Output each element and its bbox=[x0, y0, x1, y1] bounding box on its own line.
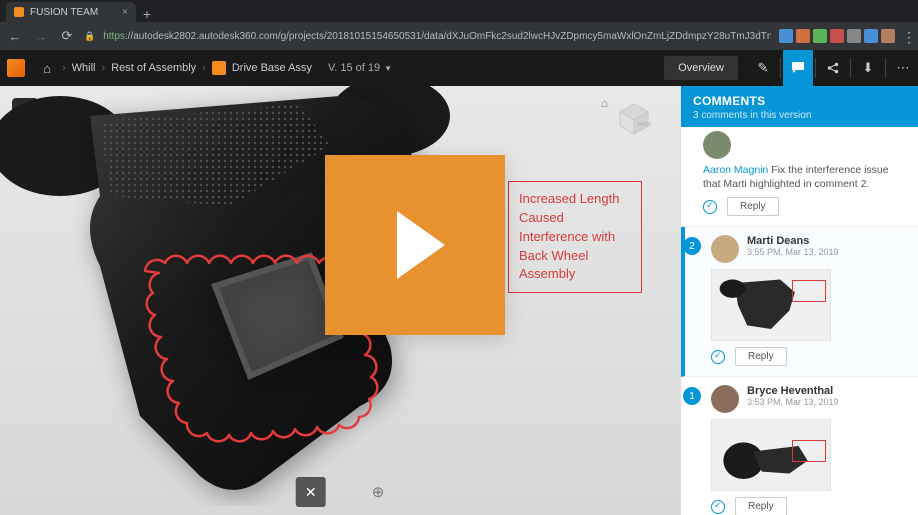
version-selector[interactable]: V. 15 of 19 ▼ bbox=[328, 62, 392, 74]
fusion-logo-icon[interactable] bbox=[0, 50, 32, 86]
breadcrumb[interactable]: Rest of Assembly bbox=[105, 62, 202, 74]
comments-list[interactable]: Aaron Magnin Fix the interference issue … bbox=[681, 127, 918, 515]
comment-author: Marti Deans bbox=[747, 235, 839, 247]
comment-number-badge: 1 bbox=[683, 387, 701, 405]
overview-button[interactable]: Overview bbox=[664, 56, 738, 80]
mention[interactable]: Aaron Magnin bbox=[703, 164, 768, 176]
svg-text:BACK: BACK bbox=[638, 122, 652, 128]
reply-button[interactable]: Reply bbox=[735, 347, 787, 366]
play-icon bbox=[397, 211, 445, 279]
comment-item[interactable]: Aaron Magnin Fix the interference issue … bbox=[681, 131, 918, 227]
home-icon[interactable]: ⌂ bbox=[32, 61, 62, 76]
profile-avatar-icon[interactable] bbox=[881, 29, 895, 43]
edit-icon[interactable]: ✎ bbox=[748, 50, 778, 86]
url-field[interactable]: https://autodesk2802.autodesk360.com/g/p… bbox=[103, 31, 771, 42]
markup-indicator bbox=[792, 440, 826, 462]
forward-button[interactable]: → bbox=[32, 29, 50, 44]
resolve-icon[interactable] bbox=[711, 350, 725, 364]
comments-panel: COMMENTS 3 comments in this version Aaro… bbox=[680, 86, 918, 515]
comment-number-badge: 2 bbox=[683, 237, 701, 255]
avatar bbox=[711, 235, 739, 263]
app-toolbar: ⌂ › Whill › Rest of Assembly › Drive Bas… bbox=[0, 50, 918, 86]
extension-icon[interactable] bbox=[796, 29, 810, 43]
markup-indicator bbox=[792, 280, 826, 302]
comment-item[interactable]: 1 Bryce Heventhal 3:53 PM, Mar 13, 2019 … bbox=[681, 377, 918, 515]
browser-tab[interactable]: FUSION TEAM × bbox=[6, 2, 136, 22]
browser-menu-icon[interactable]: ⋮ bbox=[898, 29, 912, 43]
reply-button[interactable]: Reply bbox=[735, 497, 787, 515]
viewcube-home-icon[interactable]: ⌂ bbox=[601, 96, 608, 110]
comments-subtitle: 3 comments in this version bbox=[693, 110, 906, 121]
extension-icon[interactable] bbox=[864, 29, 878, 43]
tab-title: FUSION TEAM bbox=[30, 7, 98, 18]
close-markup-button[interactable]: ✕ bbox=[296, 477, 326, 507]
comment-item[interactable]: 2 Marti Deans 3:55 PM, Mar 13, 2019 Repl… bbox=[681, 227, 918, 377]
share-icon[interactable] bbox=[818, 50, 848, 86]
orbit-icon[interactable]: ⊕ bbox=[372, 483, 385, 501]
new-tab-button[interactable]: + bbox=[136, 6, 158, 22]
tab-favicon bbox=[14, 7, 24, 17]
comment-author: Bryce Heventhal bbox=[747, 385, 839, 397]
viewcube[interactable]: BACK bbox=[612, 94, 656, 138]
comment-timestamp: 3:55 PM, Mar 13, 2019 bbox=[747, 247, 839, 257]
browser-address-bar: ← → ⟳ 🔒 https://autodesk2802.autodesk360… bbox=[0, 22, 918, 50]
video-play-button[interactable] bbox=[325, 155, 505, 335]
annotation-callout[interactable]: Increased Length Caused Interference wit… bbox=[508, 181, 642, 293]
comment-thumbnail[interactable] bbox=[711, 269, 831, 341]
breadcrumb[interactable]: Whill bbox=[66, 62, 102, 74]
comments-header: COMMENTS 3 comments in this version bbox=[681, 86, 918, 127]
comment-thumbnail[interactable] bbox=[711, 419, 831, 491]
comments-title: COMMENTS bbox=[693, 94, 906, 108]
resolve-icon[interactable] bbox=[711, 500, 725, 514]
extension-icon[interactable] bbox=[847, 29, 861, 43]
reload-button[interactable]: ⟳ bbox=[58, 28, 76, 44]
chevron-down-icon: ▼ bbox=[384, 64, 392, 73]
resolve-icon[interactable] bbox=[703, 200, 717, 214]
lock-icon: 🔒 bbox=[84, 31, 95, 42]
more-icon[interactable]: ⋯ bbox=[888, 50, 918, 86]
comments-icon[interactable] bbox=[783, 50, 813, 86]
download-icon[interactable]: ⬇ bbox=[853, 50, 883, 86]
extension-icon[interactable] bbox=[830, 29, 844, 43]
comment-timestamp: 3:53 PM, Mar 13, 2019 bbox=[747, 397, 839, 407]
tab-close-icon[interactable]: × bbox=[122, 7, 128, 18]
extension-icon[interactable] bbox=[779, 29, 793, 43]
back-button[interactable]: ← bbox=[6, 29, 24, 44]
browser-tab-strip: FUSION TEAM × + bbox=[0, 0, 918, 22]
breadcrumb[interactable]: Drive Base Assy bbox=[206, 61, 318, 75]
reply-button[interactable]: Reply bbox=[727, 197, 779, 216]
avatar bbox=[703, 131, 731, 159]
extension-icons: ⋮ bbox=[779, 29, 912, 43]
extension-icon[interactable] bbox=[813, 29, 827, 43]
avatar bbox=[711, 385, 739, 413]
assembly-icon bbox=[212, 61, 226, 75]
